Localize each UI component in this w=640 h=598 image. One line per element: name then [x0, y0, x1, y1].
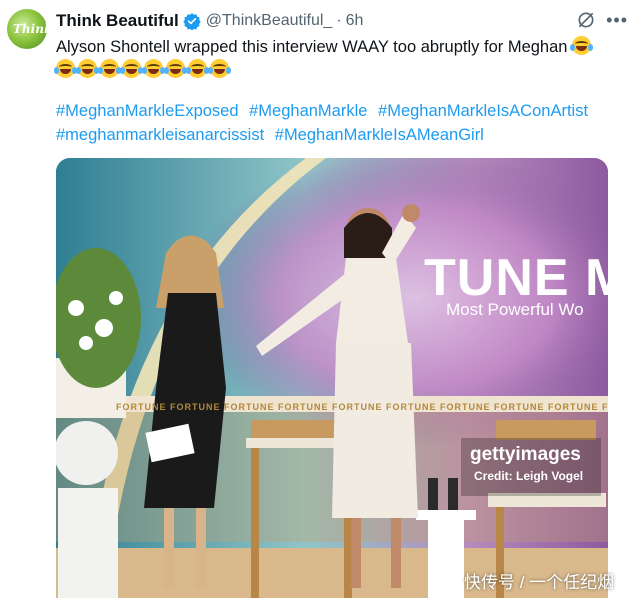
stage-sign-subtitle: Most Powerful Wo [446, 300, 584, 319]
face-with-tears-of-joy-icon [164, 59, 187, 78]
tweet-card[interactable]: Think Think Beautiful @ThinkBeautiful_ ·… [0, 0, 640, 598]
tweet-body: Alyson Shontell wrapped this interview W… [56, 38, 568, 56]
face-with-tears-of-joy-icon [186, 59, 209, 78]
author-name[interactable]: Think Beautiful [56, 11, 179, 31]
more-options-icon[interactable]: ••• [606, 11, 628, 29]
hashtag-list: #MeghanMarkleExposed #MeghanMarkle #Megh… [56, 99, 631, 147]
face-with-tears-of-joy-icon [98, 59, 121, 78]
face-with-tears-of-joy-icon [208, 59, 231, 78]
event-stage-photo [56, 158, 608, 598]
tweet-text: Alyson Shontell wrapped this interview W… [54, 36, 626, 82]
author-handle[interactable]: @ThinkBeautiful_ [206, 12, 333, 30]
tweet-header: Think Beautiful @ThinkBeautiful_ · 6h [56, 10, 363, 32]
hashtag-link[interactable]: #meghanmarkleisanarcissist [56, 126, 264, 144]
face-with-tears-of-joy-icon [76, 59, 99, 78]
face-with-tears-of-joy-icon [142, 59, 165, 78]
hashtag-link[interactable]: #MeghanMarkleExposed [56, 102, 239, 120]
face-with-tears-of-joy-icon [570, 36, 594, 55]
hashtag-link[interactable]: #MeghanMarkle [249, 102, 367, 120]
stage-sign-title: TUNE M [424, 249, 608, 307]
avatar-text: Think [13, 22, 47, 36]
getty-watermark: gettyimages [470, 444, 581, 465]
tweet-media-photo[interactable]: TUNE M Most Powerful Wo FORTUNE FORTUNE … [56, 158, 608, 598]
tweet-actions-top: ••• [576, 10, 628, 30]
hashtag-link[interactable]: #MeghanMarkleIsAConArtist [378, 102, 588, 120]
photo-credit: Credit: Leigh Vogel [474, 469, 584, 483]
tweet-timestamp[interactable]: 6h [346, 12, 364, 30]
hashtag-link[interactable]: #MeghanMarkleIsAMeanGirl [275, 126, 484, 144]
face-with-tears-of-joy-icon [54, 59, 77, 78]
header-separator: · [336, 12, 342, 29]
author-avatar[interactable]: Think [7, 9, 47, 49]
stage-logo-strip: FORTUNE FORTUNE FORTUNE FORTUNE FORTUNE … [116, 402, 608, 412]
source-watermark: 快传号 / 一个任纪烟 [464, 573, 615, 592]
grok-icon[interactable] [576, 10, 596, 30]
verified-badge-icon [183, 13, 201, 30]
face-with-tears-of-joy-icon [120, 59, 143, 78]
